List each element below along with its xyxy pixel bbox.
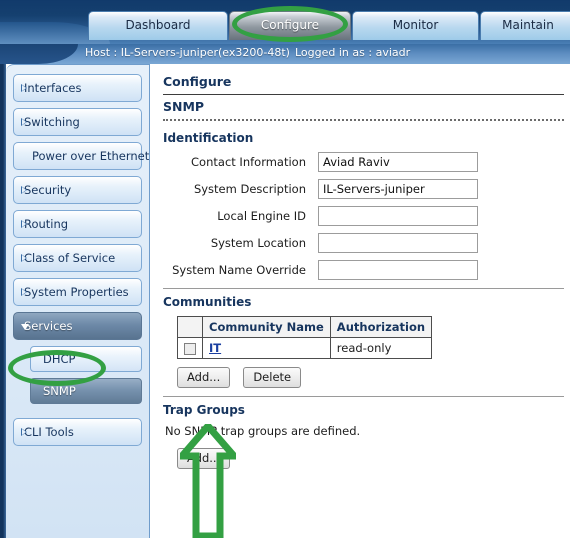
sidebar-item-interfaces[interactable]: Interfaces (13, 74, 142, 102)
subtitle-divider (163, 119, 564, 121)
triangle-right-icon (21, 254, 27, 262)
communities-add-button[interactable]: Add... (177, 367, 231, 388)
hostbar-corner-decoration (0, 44, 78, 64)
sidebar-subitem-label: DHCP (43, 352, 76, 366)
page-title: Configure (163, 74, 232, 89)
table-header-row: Community Name Authorization (177, 316, 433, 338)
sidebar-item-label: Class of Service (24, 251, 116, 265)
cell-authorization: read-only (329, 337, 433, 359)
logged-in-user-label: Logged in as : aviadr (295, 46, 411, 59)
communities-table: Community Name Authorization IT read-onl… (177, 316, 433, 359)
navigation-sidebar: Interfaces Switching Power over Ethernet… (6, 64, 150, 538)
field-label: Local Engine ID (217, 209, 306, 223)
sidebar-item-label: Security (24, 183, 72, 197)
sidebar-item-cli-tools[interactable]: CLI Tools (13, 418, 142, 446)
triangle-right-icon (21, 186, 27, 194)
sidebar-item-switching[interactable]: Switching (13, 108, 142, 136)
sidebar-item-label: Services (24, 319, 73, 333)
sidebar-item-routing[interactable]: Routing (13, 210, 142, 238)
sidebar-item-system-properties[interactable]: System Properties (13, 278, 142, 306)
juniper-web-ui: Dashboard Configure Monitor Maintain Hos… (0, 0, 570, 538)
system-description-input[interactable] (318, 179, 478, 199)
sidebar-item-label: Switching (24, 115, 80, 129)
triangle-right-icon (21, 288, 27, 296)
row-select-cell[interactable] (177, 337, 203, 359)
communities-divider (163, 288, 564, 289)
triangle-right-icon (21, 428, 27, 436)
system-location-input[interactable] (318, 233, 478, 253)
community-name-link[interactable]: IT (209, 341, 221, 355)
field-row-system-description: System Description (163, 179, 564, 199)
field-row-system-location: System Location (163, 233, 564, 253)
contact-information-input[interactable] (318, 152, 478, 172)
communities-button-row: Add... Delete (177, 366, 564, 388)
system-name-override-input[interactable] (318, 260, 478, 280)
row-checkbox[interactable] (184, 342, 196, 355)
triangle-right-icon (21, 118, 27, 126)
field-row-contact-information: Contact Information (163, 152, 564, 172)
field-label: System Name Override (172, 263, 306, 277)
local-engine-id-input[interactable] (318, 206, 478, 226)
sidebar-item-label: Interfaces (24, 81, 82, 95)
trap-groups-empty-message: No SNMP trap groups are defined. (165, 424, 361, 438)
column-header-select (177, 316, 203, 338)
sidebar-item-power-over-ethernet[interactable]: Power over Ethernet (13, 142, 149, 170)
triangle-right-icon (21, 220, 27, 228)
main-content-panel: Configure SNMP Identification Contact In… (151, 64, 570, 538)
sidebar-item-label: Power over Ethernet (32, 149, 150, 163)
host-label: Host : IL-Servers-juniper(ex3200-48t) (85, 46, 290, 59)
tab-maintain[interactable]: Maintain (480, 11, 570, 40)
field-row-system-name-override: System Name Override (163, 260, 564, 280)
sidebar-item-snmp[interactable]: SNMP (30, 378, 142, 404)
field-row-local-engine-id: Local Engine ID (163, 206, 564, 226)
trap-groups-add-button[interactable]: Add... (177, 448, 231, 469)
column-header-community-name: Community Name (202, 316, 331, 338)
sidebar-item-label: System Properties (24, 285, 129, 299)
tab-configure[interactable]: Configure (229, 11, 351, 40)
identification-heading: Identification (163, 131, 254, 145)
tab-dashboard[interactable]: Dashboard (88, 11, 228, 40)
sidebar-item-label: CLI Tools (24, 425, 74, 439)
trap-groups-heading: Trap Groups (163, 403, 245, 417)
communities-heading: Communities (163, 295, 252, 309)
sidebar-item-class-of-service[interactable]: Class of Service (13, 244, 142, 272)
page-subtitle: SNMP (163, 99, 205, 114)
host-info-bar: Host : IL-Servers-juniper(ex3200-48t) Lo… (0, 44, 570, 64)
title-divider (163, 94, 564, 95)
table-row: IT read-only (177, 337, 433, 359)
tab-monitor[interactable]: Monitor (352, 11, 479, 40)
column-header-authorization: Authorization (329, 316, 433, 338)
cell-community-name: IT (202, 337, 331, 359)
sidebar-item-services[interactable]: Services (13, 312, 142, 340)
triangle-right-icon (21, 84, 27, 92)
trap-groups-divider (163, 396, 564, 397)
sidebar-item-label: Routing (24, 217, 69, 231)
trap-groups-button-row: Add... (177, 447, 564, 469)
sidebar-item-security[interactable]: Security (13, 176, 142, 204)
field-label: System Description (193, 182, 306, 196)
sidebar-item-dhcp[interactable]: DHCP (30, 346, 142, 372)
field-label: System Location (210, 236, 306, 250)
app-body: Interfaces Switching Power over Ethernet… (0, 64, 570, 538)
main-tab-bar: Dashboard Configure Monitor Maintain (0, 0, 570, 44)
triangle-down-icon (21, 324, 29, 330)
communities-delete-button[interactable]: Delete (243, 367, 302, 388)
field-label: Contact Information (191, 155, 306, 169)
app-header: Dashboard Configure Monitor Maintain (0, 0, 570, 44)
sidebar-subitem-label: SNMP (43, 384, 76, 398)
